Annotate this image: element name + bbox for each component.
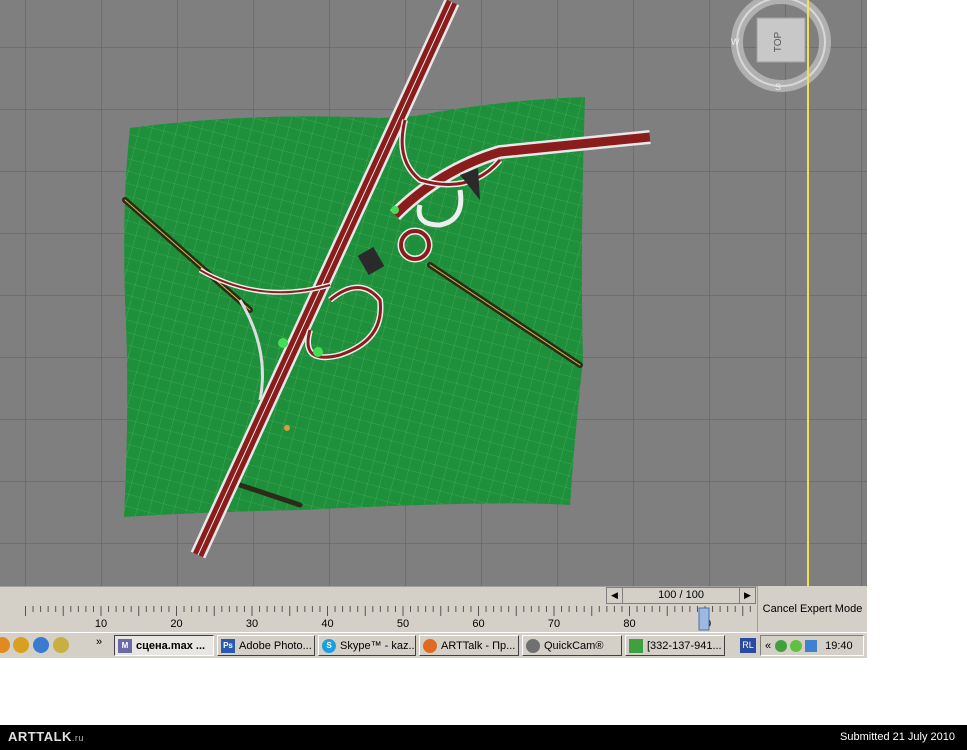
compass-west-label: W <box>731 37 740 47</box>
viewcube[interactable]: TOP W S <box>727 0 835 92</box>
ruler-label: 30 <box>246 618 258 630</box>
taskbar-button-skype[interactable]: S Skype™ - kaz... <box>318 635 416 656</box>
quicklaunch-icon[interactable] <box>53 637 69 653</box>
webcam-icon <box>526 638 540 653</box>
compass-south-label: S <box>775 82 781 92</box>
system-tray: « 19:40 <box>760 635 864 656</box>
logo-suffix: .ru <box>71 733 84 743</box>
taskbar-button-label: ARTTalk - Пр... <box>441 639 516 652</box>
ruler-label: 80 <box>623 618 635 630</box>
taskbar-button-3dsmax[interactable]: M сцена.max ... <box>114 635 214 656</box>
submitted-date: Submitted 21 July 2010 <box>840 731 955 743</box>
taskbar-button-label: [332-137-941... <box>647 639 722 652</box>
ruler-label: 20 <box>170 618 182 630</box>
language-indicator[interactable]: RL <box>740 638 756 653</box>
quicklaunch-icon[interactable] <box>13 637 29 653</box>
terrain-mesh <box>124 97 585 517</box>
time-slider-thumb <box>698 607 710 631</box>
chat-icon <box>629 638 643 653</box>
tray-icon[interactable] <box>805 639 818 652</box>
active-viewport-border <box>807 0 809 586</box>
time-slider-value: 100 / 100 <box>658 589 704 601</box>
ruler-label: 50 <box>397 618 409 630</box>
taskbar-button-firefox[interactable]: ARTTalk - Пр... <box>419 635 519 656</box>
ruler-label: 40 <box>321 618 333 630</box>
triangle-right-icon[interactable]: ▶ <box>739 588 755 603</box>
quicklaunch-icon[interactable] <box>0 637 10 653</box>
logo-text: ARTTALK <box>8 729 72 744</box>
taskbar-button-quickcam[interactable]: QuickCam® <box>522 635 622 656</box>
tray-icon[interactable] <box>790 639 803 652</box>
taskbar-button-chat[interactable]: [332-137-941... <box>625 635 725 656</box>
arttalk-logo[interactable]: ARTTALK.ru <box>8 729 84 744</box>
viewcube-face-label: TOP <box>773 31 784 52</box>
taskbar-button-label: Skype™ - kaz... <box>340 639 416 652</box>
ruler-label: 10 <box>95 618 107 630</box>
skype-icon: S <box>322 638 336 653</box>
windows-taskbar: » M сцена.max ... Ps Adobe Photo... S Sk… <box>0 632 867 658</box>
triangle-left-icon[interactable]: ◀ <box>607 588 623 603</box>
time-slider[interactable]: ◀ 100 / 100 ▶ <box>606 587 756 604</box>
site-footer: ARTTALK.ru Submitted 21 July 2010 <box>0 725 967 750</box>
taskbar-button-photoshop[interactable]: Ps Adobe Photo... <box>217 635 315 656</box>
track-bar[interactable]: 102030405060708090100 <box>0 606 757 632</box>
clock: 19:40 <box>825 639 853 652</box>
photoshop-icon: Ps <box>221 638 235 653</box>
tray-chevron[interactable]: « <box>765 640 771 652</box>
top-viewport[interactable]: TOP W S <box>0 0 867 586</box>
ie-icon[interactable] <box>33 637 49 653</box>
taskbar-button-label: Adobe Photo... <box>239 639 312 652</box>
quicklaunch-chevron[interactable]: » <box>96 636 102 648</box>
blank-area <box>867 0 967 660</box>
max-icon: M <box>118 638 132 653</box>
cancel-expert-mode-button[interactable]: Cancel Expert Mode <box>757 586 867 632</box>
taskbar-button-label: сцена.max ... <box>136 639 206 652</box>
ruler-label: 60 <box>472 618 484 630</box>
taskbar-button-label: QuickCam® <box>544 639 604 652</box>
ruler-label: 70 <box>548 618 560 630</box>
firefox-icon <box>423 638 437 653</box>
tray-icon[interactable] <box>775 639 788 652</box>
